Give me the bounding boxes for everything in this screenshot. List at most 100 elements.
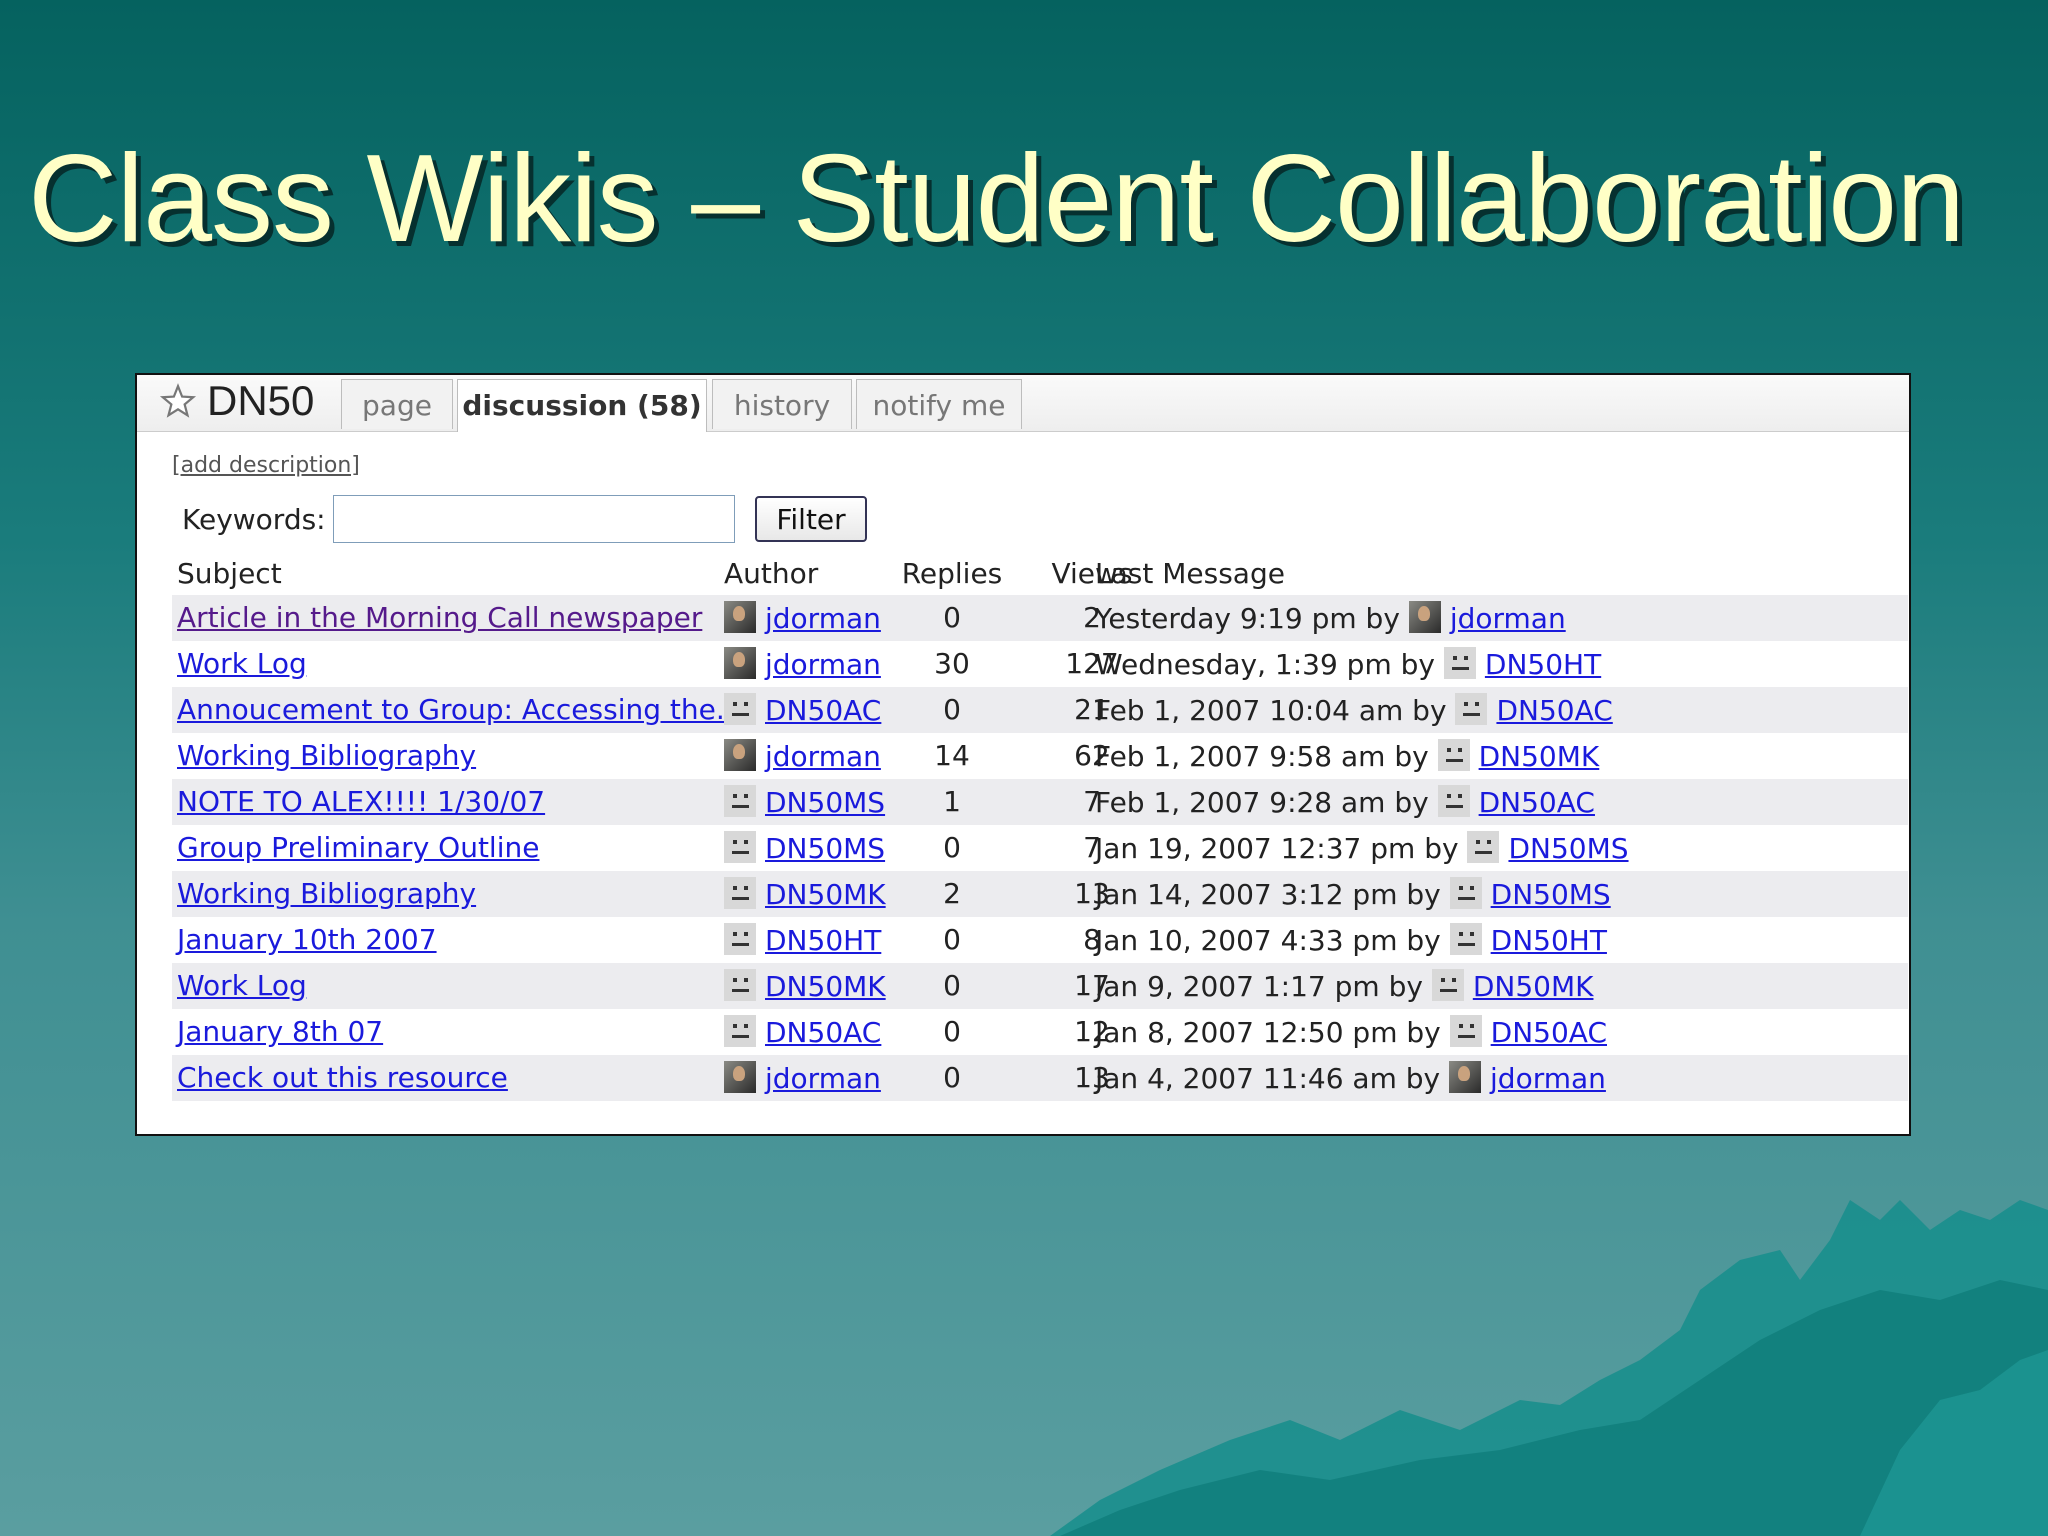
- last-message-time: Jan 8, 2007 12:50 pm by: [1095, 1016, 1441, 1049]
- author-link[interactable]: DN50MK: [765, 970, 886, 1003]
- thread-subject-link[interactable]: Work Log: [177, 647, 307, 680]
- thread-subject-link[interactable]: Working Bibliography: [177, 739, 476, 772]
- header-subject[interactable]: Subject: [177, 557, 282, 590]
- last-message-time: Jan 19, 2007 12:37 pm by: [1095, 832, 1459, 865]
- replies-count: 0: [943, 969, 961, 1002]
- table-row: Article in the Morning Call newspaper jdo…: [172, 595, 1908, 641]
- tab-page[interactable]: page: [341, 379, 453, 429]
- author-link[interactable]: jdorman: [765, 602, 881, 635]
- table-row: Working Bibliography jdorman 14 62 Feb 1, 20…: [172, 733, 1908, 779]
- thread-subject-link[interactable]: Check out this resource: [177, 1061, 508, 1094]
- thread-subject-link[interactable]: Work Log: [177, 969, 307, 1002]
- avatar-icon: [724, 647, 756, 679]
- avatar-icon: [724, 877, 756, 909]
- last-author-link[interactable]: DN50MS: [1508, 832, 1628, 865]
- thread-subject-link[interactable]: January 8th 07: [177, 1015, 383, 1048]
- author-link[interactable]: DN50HT: [765, 924, 881, 957]
- avatar-icon: [1449, 877, 1482, 909]
- last-message-time: Feb 1, 2007 9:28 am by: [1095, 786, 1429, 819]
- table-body: Article in the Morning Call newspaper jdo…: [172, 595, 1908, 1101]
- table-row: Working Bibliography DN50MK 2 13 Jan 14, 200…: [172, 871, 1908, 917]
- replies-count: 0: [943, 831, 961, 864]
- thread-subject-link[interactable]: Article in the Morning Call newspaper: [177, 601, 702, 634]
- replies-count: 30: [934, 647, 970, 680]
- avatar-icon: [1437, 785, 1470, 817]
- last-author-link[interactable]: jdorman: [1450, 602, 1566, 635]
- replies-count: 2: [943, 877, 961, 910]
- last-author-link[interactable]: DN50HT: [1491, 924, 1607, 957]
- keywords-input[interactable]: [333, 495, 735, 543]
- avatar-icon: [724, 831, 756, 863]
- avatar-icon: [724, 693, 756, 725]
- last-author-link[interactable]: DN50MS: [1491, 878, 1611, 911]
- thread-subject-link[interactable]: January 10th 2007: [177, 923, 437, 956]
- last-message-time: Jan 4, 2007 11:46 am by: [1095, 1062, 1441, 1095]
- tab-bar: DN50 page discussion (58) history notify…: [137, 375, 1909, 432]
- author-link[interactable]: DN50MS: [765, 832, 885, 865]
- avatar-icon: [724, 601, 756, 633]
- author-link[interactable]: jdorman: [765, 648, 881, 681]
- avatar-icon: [724, 739, 756, 771]
- last-message-time: Feb 1, 2007 10:04 am by: [1095, 694, 1447, 727]
- replies-count: 0: [943, 1015, 961, 1048]
- table-row: Group Preliminary Outline DN50MS 0 7 Jan 19,…: [172, 825, 1908, 871]
- header-replies[interactable]: Replies: [872, 557, 1032, 590]
- last-author-link[interactable]: DN50MK: [1479, 740, 1600, 773]
- author-link[interactable]: DN50MK: [765, 878, 886, 911]
- tab-notify-me[interactable]: notify me: [856, 379, 1022, 429]
- table-header: Subject Author Replies Views Last Messag…: [172, 551, 1908, 595]
- author-link[interactable]: jdorman: [765, 740, 881, 773]
- star-icon[interactable]: [159, 383, 197, 421]
- thread-subject-link[interactable]: Group Preliminary Outline: [177, 831, 539, 864]
- keywords-label: Keywords:: [182, 503, 326, 536]
- tab-discussion[interactable]: discussion (58): [457, 379, 707, 432]
- table-row: NOTE TO ALEX!!!! 1/30/07 DN50MS 1 7 Feb 1, 2…: [172, 779, 1908, 825]
- thread-subject-link[interactable]: Working Bibliography: [177, 877, 476, 910]
- last-author-link[interactable]: DN50AC: [1496, 694, 1612, 727]
- replies-count: 0: [943, 1061, 961, 1094]
- replies-count: 0: [943, 601, 961, 634]
- author-link[interactable]: DN50MS: [765, 786, 885, 819]
- avatar-icon: [724, 923, 756, 955]
- table-row: January 8th 07 DN50AC 0 12 Jan 8, 2007 12:50…: [172, 1009, 1908, 1055]
- avatar-icon: [1449, 1015, 1482, 1047]
- header-last-message[interactable]: Last Message: [1095, 557, 1285, 590]
- thread-subject-link[interactable]: Annoucement to Group: Accessing the...: [177, 693, 743, 726]
- avatar-icon: [1437, 739, 1470, 771]
- avatar-icon: [1449, 923, 1482, 955]
- last-message-time: Jan 14, 2007 3:12 pm by: [1095, 878, 1441, 911]
- table-row: Work Log jdorman 30 127 Wednesday, 1:39 pm b…: [172, 641, 1908, 687]
- table-row: Check out this resource jdorman 0 13 Jan 4, …: [172, 1055, 1908, 1101]
- avatar-icon: [724, 785, 756, 817]
- avatar-icon: [724, 969, 756, 1001]
- add-description-link[interactable]: [add description]: [172, 453, 360, 478]
- last-message-time: Feb 1, 2007 9:58 am by: [1095, 740, 1429, 773]
- table-row: Annoucement to Group: Accessing the... DN…: [172, 687, 1908, 733]
- avatar-icon: [1449, 1061, 1482, 1093]
- author-link[interactable]: jdorman: [765, 1062, 881, 1095]
- table-row: January 10th 2007 DN50HT 0 8 Jan 10, 2007 4:…: [172, 917, 1908, 963]
- last-author-link[interactable]: jdorman: [1490, 1062, 1606, 1095]
- tab-history[interactable]: history: [712, 379, 852, 429]
- avatar-icon: [1467, 831, 1500, 863]
- avatar-icon: [1455, 693, 1488, 725]
- avatar-icon: [1408, 601, 1441, 633]
- author-link[interactable]: DN50AC: [765, 1016, 881, 1049]
- author-link[interactable]: DN50AC: [765, 694, 881, 727]
- wiki-discussion-screenshot: DN50 page discussion (58) history notify…: [135, 373, 1911, 1136]
- replies-count: 14: [934, 739, 970, 772]
- last-author-link[interactable]: DN50AC: [1491, 1016, 1607, 1049]
- thread-subject-link[interactable]: NOTE TO ALEX!!!! 1/30/07: [177, 785, 545, 818]
- discussion-table: Subject Author Replies Views Last Messag…: [172, 551, 1908, 1101]
- last-author-link[interactable]: DN50AC: [1479, 786, 1595, 819]
- header-author[interactable]: Author: [724, 557, 818, 590]
- slide-title: Class Wikis – Student Collaboration: [28, 130, 1965, 268]
- last-author-link[interactable]: DN50MK: [1473, 970, 1594, 1003]
- filter-button[interactable]: Filter: [755, 496, 867, 542]
- last-message-time: Jan 9, 2007 1:17 pm by: [1095, 970, 1423, 1003]
- last-message-time: Jan 10, 2007 4:33 pm by: [1095, 924, 1441, 957]
- table-row: Work Log DN50MK 0 17 Jan 9, 2007 1:17 pm by …: [172, 963, 1908, 1009]
- avatar-icon: [1431, 969, 1464, 1001]
- page-name: DN50: [207, 377, 315, 424]
- last-author-link[interactable]: DN50HT: [1485, 648, 1601, 681]
